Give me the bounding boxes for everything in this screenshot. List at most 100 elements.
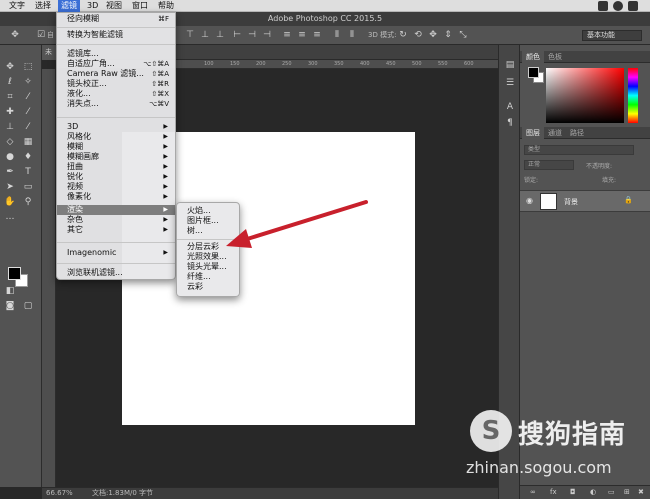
edit-toolbar-icon[interactable]: … [4,211,16,223]
move-tool-preset-icon[interactable]: ✥ [10,30,20,40]
status-icon-1[interactable] [598,1,608,11]
tab-channels[interactable]: 通道 [544,127,566,139]
menu-item-filter-gallery[interactable]: 滤镜库... [57,49,175,59]
menu-item-browse-online[interactable]: 浏览联机滤镜... [57,268,175,278]
menu-item-adaptive-wide[interactable]: 自适应广角... ⌥⇧⌘A [57,59,175,69]
align-hcenter-icon[interactable]: ⊣ [247,30,257,40]
properties-panel-icon[interactable]: ☰ [504,77,516,89]
new-layer-icon[interactable]: ⊞ [624,488,630,496]
visibility-eye-icon[interactable]: ◉ [526,196,533,205]
foreground-color-swatch[interactable] [8,267,21,280]
history-panel-icon[interactable]: ▤ [504,59,516,71]
distribute-center-icon[interactable]: ≡ [297,30,307,40]
menu-item-convert-smart[interactable]: 转换为智能滤镜 [57,30,175,40]
menu-item-render[interactable]: 渲染 ▶ [57,205,175,215]
menu-item-pixelate[interactable]: 像素化 ▶ [57,192,175,202]
default-colors-icon[interactable]: ◧ [4,285,16,297]
character-panel-icon[interactable]: A [504,101,516,113]
3d-pan-icon[interactable]: ✥ [428,30,438,40]
distribute-left-icon[interactable]: ⦀ [332,30,342,40]
path-select-icon[interactable]: ➤ [4,181,16,193]
menu-3d[interactable]: 3D [84,0,101,12]
menu-item-other[interactable]: 其它 ▶ [57,225,175,235]
menu-item-liquify[interactable]: 液化... ⇧⌘X [57,89,175,99]
type-tool-icon[interactable]: T [22,166,34,178]
menu-select[interactable]: 选择 [32,0,54,12]
add-mask-icon[interactable]: ◘ [570,488,576,496]
paragraph-panel-icon[interactable]: ¶ [504,117,516,129]
dodge-tool-icon[interactable]: ♦ [22,151,34,163]
3d-slide-icon[interactable]: ⇕ [443,30,453,40]
layer-style-icon[interactable]: fx [550,488,557,496]
submenu-item-flame[interactable]: 火焰... [177,206,239,216]
submenu-item-difference-clouds[interactable]: 分层云彩 [177,242,239,252]
submenu-item-fibers[interactable]: 纤维... [177,272,239,282]
tab-swatches[interactable]: 色板 [544,51,566,63]
align-bottom-icon[interactable]: ⊥ [215,30,225,40]
document-info[interactable]: 文档:1.83M/0 字节 [92,488,153,499]
align-right-icon[interactable]: ⊣ [262,30,272,40]
3d-scale-icon[interactable]: ⤡ [458,30,468,40]
quick-mask-icon[interactable]: ◙ [4,300,16,312]
menu-item-last-filter[interactable]: 径向模糊 ⌘F [57,14,175,24]
auto-select-checkbox-icon[interactable]: ☑ [36,30,46,40]
delete-layer-icon[interactable]: ✖ [638,488,644,496]
submenu-item-lens-flare[interactable]: 镜头光晕... [177,262,239,272]
menu-item-noise[interactable]: 杂色 ▶ [57,215,175,225]
menu-item-stylize[interactable]: 风格化 ▶ [57,132,175,142]
menu-window[interactable]: 窗口 [129,0,151,12]
menu-item-lens-correction[interactable]: 镜头校正... ⇧⌘R [57,79,175,89]
menu-item-sharpen[interactable]: 锐化 ▶ [57,172,175,182]
clone-stamp-icon[interactable]: ⊥ [4,121,16,133]
align-left-icon[interactable]: ⊢ [232,30,242,40]
submenu-item-clouds[interactable]: 云彩 [177,282,239,292]
tab-layers[interactable]: 图层 [522,127,544,139]
lasso-tool-icon[interactable]: ℓ [4,76,16,88]
marquee-tool-icon[interactable]: ⬚ [22,61,34,73]
workspace-select[interactable]: 基本功能 [582,30,642,41]
zoom-level[interactable]: 66.67% [46,488,73,499]
status-icon-3[interactable] [628,1,638,11]
menu-item-3d[interactable]: 3D ▶ [57,122,175,132]
menu-type[interactable]: 文字 [6,0,28,12]
tab-paths[interactable]: 路径 [566,127,588,139]
menu-item-distort[interactable]: 扭曲 ▶ [57,162,175,172]
magic-wand-icon[interactable]: ✧ [22,76,34,88]
eyedropper-icon[interactable]: ⁄ [22,91,34,103]
3d-roll-icon[interactable]: ⟲ [413,30,423,40]
distribute-bottom-icon[interactable]: ≡ [312,30,322,40]
blur-tool-icon[interactable]: ● [4,151,16,163]
menu-item-imagenomic[interactable]: Imagenomic ▶ [57,248,175,258]
layer-kind-filter[interactable]: 类型 [524,145,634,155]
submenu-item-picture-frame[interactable]: 图片框... [177,216,239,226]
submenu-item-lighting-effects[interactable]: 光照效果... [177,252,239,262]
healing-brush-icon[interactable]: ✚ [4,106,16,118]
layer-row[interactable]: ◉ 背景 🔒 [520,190,650,212]
align-top-icon[interactable]: ⊤ [185,30,195,40]
distribute-top-icon[interactable]: ≡ [282,30,292,40]
menu-item-camera-raw[interactable]: Camera Raw 滤镜... ⇧⌘A [57,69,175,79]
color-spectrum-field[interactable] [546,68,624,123]
brush-tool-icon[interactable]: ⁄ [22,106,34,118]
menu-filter[interactable]: 滤镜 [58,0,80,12]
panel-foreground-swatch[interactable] [528,67,539,78]
link-layers-icon[interactable]: ∞ [530,488,536,496]
layer-name[interactable]: 背景 [564,197,578,207]
blend-mode-select[interactable]: 正常 [524,160,574,170]
shape-tool-icon[interactable]: ▭ [22,181,34,193]
eraser-icon[interactable]: ◇ [4,136,16,148]
menu-item-blur[interactable]: 模糊 ▶ [57,142,175,152]
status-icon-2[interactable] [613,1,623,11]
menu-item-video[interactable]: 视频 ▶ [57,182,175,192]
zoom-tool-icon[interactable]: ⚲ [22,196,34,208]
tab-color[interactable]: 颜色 [522,51,544,63]
move-tool-icon[interactable]: ✥ [4,61,16,73]
menu-item-vanishing-point[interactable]: 消失点... ⌥⌘V [57,99,175,109]
crop-tool-icon[interactable]: ⌗ [4,91,16,103]
new-group-icon[interactable]: ▭ [608,488,615,496]
menu-help[interactable]: 帮助 [155,0,177,12]
submenu-item-tree[interactable]: 树... [177,226,239,236]
menu-item-blur-gallery[interactable]: 模糊画廊 ▶ [57,152,175,162]
align-vcenter-icon[interactable]: ⊥ [200,30,210,40]
distribute-right-icon[interactable]: ⦀ [347,30,357,40]
